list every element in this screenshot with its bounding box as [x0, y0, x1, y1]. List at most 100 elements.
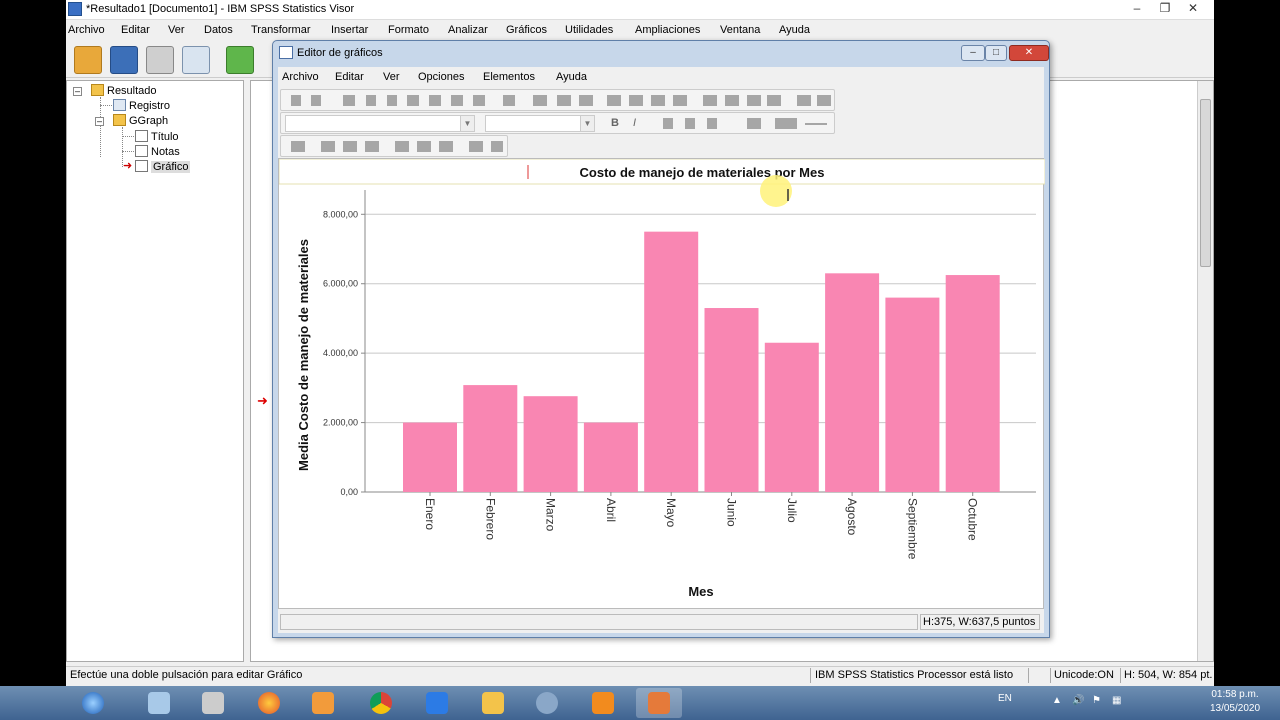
annotation-icon[interactable] — [629, 95, 643, 106]
italic-button[interactable]: I — [633, 117, 636, 129]
x-axis-icon[interactable] — [533, 95, 547, 106]
line-style-icon[interactable] — [805, 123, 827, 125]
element-icon[interactable] — [291, 141, 305, 152]
editor-menu-archivo[interactable]: Archivo — [282, 71, 319, 83]
expand-icon[interactable] — [429, 95, 441, 106]
collapse-ggraph-icon[interactable]: – — [95, 117, 104, 126]
menu-datos[interactable]: Datos — [204, 24, 233, 36]
tray-clock[interactable]: 01:58 p.m. 13/05/2020 — [1200, 688, 1270, 716]
grid-icon[interactable] — [703, 95, 717, 106]
area-icon[interactable] — [439, 141, 453, 152]
editor-menu-ver[interactable]: Ver — [383, 71, 400, 83]
menu-analizar[interactable]: Analizar — [448, 24, 488, 36]
text-box-icon[interactable] — [651, 95, 665, 106]
redo-icon[interactable] — [311, 95, 321, 106]
tree-item-resultado[interactable]: Resultado — [91, 84, 157, 97]
menu-formato[interactable]: Formato — [388, 24, 429, 36]
distribution-icon[interactable] — [767, 95, 781, 106]
editor-menu-ayuda[interactable]: Ayuda — [556, 71, 587, 83]
editor-maximize-button[interactable]: □ — [985, 45, 1007, 61]
error-bar-icon[interactable] — [469, 141, 483, 152]
taskbar-spss-viewer[interactable] — [636, 688, 682, 718]
title-tool-icon[interactable] — [607, 95, 621, 106]
footnote-icon[interactable] — [673, 95, 687, 106]
tray-volume-icon[interactable]: 🔊 — [1072, 695, 1084, 706]
taskbar-explorer[interactable] — [136, 688, 182, 718]
align-left-icon[interactable] — [663, 118, 673, 129]
export-icon[interactable] — [226, 46, 254, 74]
tree-item-notas[interactable]: Notas — [135, 145, 180, 158]
print-icon[interactable] — [146, 46, 174, 74]
editor-minimize-button[interactable]: – — [961, 45, 985, 61]
taskbar-chrome[interactable] — [358, 688, 404, 718]
taskbar-media-player[interactable] — [300, 688, 346, 718]
y-select-icon[interactable] — [387, 95, 397, 106]
font-family-select[interactable]: ▼ — [285, 115, 475, 132]
data-id-icon[interactable] — [503, 95, 515, 106]
menu-insertar[interactable]: Insertar — [331, 24, 368, 36]
tray-flag-icon[interactable]: ⚑ — [1092, 695, 1101, 706]
editor-close-button[interactable]: ✕ — [1009, 45, 1049, 61]
legend-icon[interactable] — [797, 95, 811, 106]
content-vertical-scrollbar[interactable] — [1197, 81, 1213, 661]
minimize-button[interactable]: – — [1126, 1, 1148, 17]
taskbar-vlc[interactable] — [580, 688, 626, 718]
align-center-icon[interactable] — [685, 118, 695, 129]
start-button[interactable] — [70, 688, 116, 718]
frame-icon[interactable] — [451, 95, 463, 106]
tray-language[interactable]: EN — [998, 693, 1012, 704]
bars-icon[interactable] — [747, 95, 761, 106]
clustered-bar-icon[interactable] — [343, 141, 357, 152]
align-right-icon[interactable] — [707, 118, 717, 129]
text-color-icon[interactable] — [747, 118, 761, 129]
scrollbar-thumb[interactable] — [1200, 99, 1211, 267]
tree-item-titulo[interactable]: Título — [135, 130, 179, 143]
scale-icon[interactable] — [407, 95, 419, 106]
menu-graficos[interactable]: Gráficos — [506, 24, 547, 36]
properties-icon[interactable] — [343, 95, 355, 106]
save-icon[interactable] — [110, 46, 138, 74]
menu-ampliaciones[interactable]: Ampliaciones — [635, 24, 700, 36]
menu-ayuda[interactable]: Ayuda — [779, 24, 810, 36]
taskbar-folder[interactable] — [470, 688, 516, 718]
taskbar-calculator[interactable] — [190, 688, 236, 718]
transpose-icon[interactable] — [817, 95, 831, 106]
open-folder-icon[interactable] — [74, 46, 102, 74]
tray-network-icon[interactable]: ▦ — [1112, 695, 1121, 706]
menu-ver[interactable]: Ver — [168, 24, 185, 36]
y-axis-icon[interactable] — [557, 95, 571, 106]
interpolation-icon[interactable] — [417, 141, 431, 152]
fit-line-icon[interactable] — [395, 141, 409, 152]
menu-archivo[interactable]: Archivo — [68, 24, 105, 36]
menu-utilidades[interactable]: Utilidades — [565, 24, 613, 36]
tree-item-ggraph[interactable]: GGraph — [113, 114, 168, 127]
tree-item-grafico[interactable]: Gráfico — [135, 160, 191, 173]
taskbar-spss-data[interactable] — [524, 688, 570, 718]
x-select-icon[interactable] — [366, 95, 376, 106]
tray-expand-icon[interactable]: ▲ — [1052, 695, 1062, 706]
taskbar-dropbox[interactable] — [414, 688, 460, 718]
menu-ventana[interactable]: Ventana — [720, 24, 760, 36]
collapse-resultado-icon[interactable]: – — [73, 87, 82, 96]
font-size-select[interactable]: ▼ — [485, 115, 595, 132]
fill-color-icon[interactable] — [775, 118, 797, 129]
tree-item-registro[interactable]: Registro — [113, 99, 170, 112]
reference-line-icon[interactable] — [579, 95, 593, 106]
bar-chart[interactable]: Costo de manejo de materiales por Mes 0,0… — [279, 159, 1045, 610]
bold-button[interactable]: B — [611, 117, 619, 129]
bar-chart-icon[interactable] — [321, 141, 335, 152]
print-preview-icon[interactable] — [182, 46, 210, 74]
taskbar-firefox[interactable] — [246, 688, 292, 718]
editor-menu-editar[interactable]: Editar — [335, 71, 364, 83]
undo-icon[interactable] — [291, 95, 301, 106]
menu-transformar[interactable]: Transformar — [251, 24, 311, 36]
lasso-icon[interactable] — [473, 95, 485, 106]
table-icon[interactable] — [725, 95, 739, 106]
pie-icon[interactable] — [491, 141, 503, 152]
line-chart-icon[interactable] — [365, 141, 379, 152]
editor-menu-opciones[interactable]: Opciones — [418, 71, 464, 83]
close-button[interactable]: ✕ — [1182, 1, 1204, 17]
restore-button[interactable]: ❐ — [1154, 1, 1176, 17]
editor-menu-elementos[interactable]: Elementos — [483, 71, 535, 83]
menu-editar[interactable]: Editar — [121, 24, 150, 36]
